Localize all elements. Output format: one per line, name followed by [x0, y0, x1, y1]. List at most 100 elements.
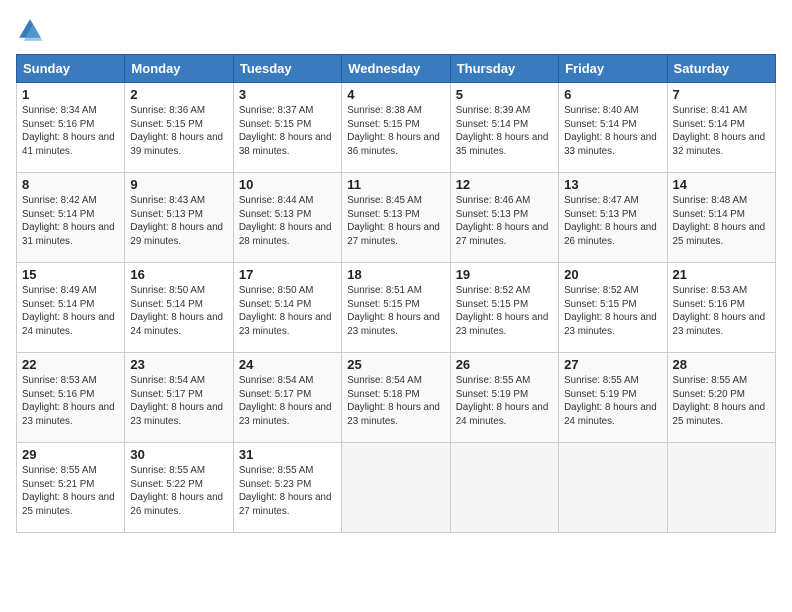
day-number: 28	[673, 357, 770, 372]
day-info: Sunrise: 8:53 AM Sunset: 5:16 PM Dayligh…	[22, 374, 119, 429]
day-info: Sunrise: 8:47 AM Sunset: 5:13 PM Dayligh…	[564, 194, 661, 249]
day-number: 9	[130, 177, 227, 192]
calendar-week-row: 1 Sunrise: 8:34 AM Sunset: 5:16 PM Dayli…	[17, 83, 776, 173]
day-number: 21	[673, 267, 770, 282]
day-number: 15	[22, 267, 119, 282]
calendar-table: SundayMondayTuesdayWednesdayThursdayFrid…	[16, 54, 776, 533]
calendar-cell: 17 Sunrise: 8:50 AM Sunset: 5:14 PM Dayl…	[233, 263, 341, 353]
calendar-cell: 2 Sunrise: 8:36 AM Sunset: 5:15 PM Dayli…	[125, 83, 233, 173]
calendar-cell: 16 Sunrise: 8:50 AM Sunset: 5:14 PM Dayl…	[125, 263, 233, 353]
calendar-cell: 25 Sunrise: 8:54 AM Sunset: 5:18 PM Dayl…	[342, 353, 450, 443]
day-info: Sunrise: 8:49 AM Sunset: 5:14 PM Dayligh…	[22, 284, 119, 339]
calendar-cell: 23 Sunrise: 8:54 AM Sunset: 5:17 PM Dayl…	[125, 353, 233, 443]
col-header-thursday: Thursday	[450, 55, 558, 83]
day-number: 18	[347, 267, 444, 282]
day-number: 5	[456, 87, 553, 102]
day-info: Sunrise: 8:55 AM Sunset: 5:21 PM Dayligh…	[22, 464, 119, 519]
calendar-cell: 4 Sunrise: 8:38 AM Sunset: 5:15 PM Dayli…	[342, 83, 450, 173]
col-header-friday: Friday	[559, 55, 667, 83]
day-number: 29	[22, 447, 119, 462]
col-header-sunday: Sunday	[17, 55, 125, 83]
day-info: Sunrise: 8:54 AM Sunset: 5:17 PM Dayligh…	[130, 374, 227, 429]
day-info: Sunrise: 8:54 AM Sunset: 5:18 PM Dayligh…	[347, 374, 444, 429]
calendar-week-row: 22 Sunrise: 8:53 AM Sunset: 5:16 PM Dayl…	[17, 353, 776, 443]
header	[16, 16, 776, 44]
calendar-cell	[667, 443, 775, 533]
calendar-cell: 26 Sunrise: 8:55 AM Sunset: 5:19 PM Dayl…	[450, 353, 558, 443]
day-info: Sunrise: 8:54 AM Sunset: 5:17 PM Dayligh…	[239, 374, 336, 429]
day-number: 23	[130, 357, 227, 372]
col-header-saturday: Saturday	[667, 55, 775, 83]
day-info: Sunrise: 8:53 AM Sunset: 5:16 PM Dayligh…	[673, 284, 770, 339]
day-number: 7	[673, 87, 770, 102]
calendar-cell: 1 Sunrise: 8:34 AM Sunset: 5:16 PM Dayli…	[17, 83, 125, 173]
calendar-cell: 13 Sunrise: 8:47 AM Sunset: 5:13 PM Dayl…	[559, 173, 667, 263]
calendar-cell: 12 Sunrise: 8:46 AM Sunset: 5:13 PM Dayl…	[450, 173, 558, 263]
col-header-monday: Monday	[125, 55, 233, 83]
calendar-cell: 11 Sunrise: 8:45 AM Sunset: 5:13 PM Dayl…	[342, 173, 450, 263]
day-number: 2	[130, 87, 227, 102]
day-number: 4	[347, 87, 444, 102]
day-info: Sunrise: 8:52 AM Sunset: 5:15 PM Dayligh…	[564, 284, 661, 339]
calendar-cell	[342, 443, 450, 533]
calendar-cell: 19 Sunrise: 8:52 AM Sunset: 5:15 PM Dayl…	[450, 263, 558, 353]
calendar-header-row: SundayMondayTuesdayWednesdayThursdayFrid…	[17, 55, 776, 83]
day-info: Sunrise: 8:55 AM Sunset: 5:19 PM Dayligh…	[456, 374, 553, 429]
calendar-cell: 31 Sunrise: 8:55 AM Sunset: 5:23 PM Dayl…	[233, 443, 341, 533]
day-number: 25	[347, 357, 444, 372]
calendar-cell	[559, 443, 667, 533]
calendar-cell: 7 Sunrise: 8:41 AM Sunset: 5:14 PM Dayli…	[667, 83, 775, 173]
calendar-cell: 22 Sunrise: 8:53 AM Sunset: 5:16 PM Dayl…	[17, 353, 125, 443]
day-number: 10	[239, 177, 336, 192]
day-number: 30	[130, 447, 227, 462]
day-number: 24	[239, 357, 336, 372]
day-number: 31	[239, 447, 336, 462]
day-info: Sunrise: 8:52 AM Sunset: 5:15 PM Dayligh…	[456, 284, 553, 339]
calendar-cell: 10 Sunrise: 8:44 AM Sunset: 5:13 PM Dayl…	[233, 173, 341, 263]
day-info: Sunrise: 8:55 AM Sunset: 5:20 PM Dayligh…	[673, 374, 770, 429]
calendar-cell: 30 Sunrise: 8:55 AM Sunset: 5:22 PM Dayl…	[125, 443, 233, 533]
calendar-week-row: 29 Sunrise: 8:55 AM Sunset: 5:21 PM Dayl…	[17, 443, 776, 533]
calendar-cell: 28 Sunrise: 8:55 AM Sunset: 5:20 PM Dayl…	[667, 353, 775, 443]
day-number: 19	[456, 267, 553, 282]
day-info: Sunrise: 8:40 AM Sunset: 5:14 PM Dayligh…	[564, 104, 661, 159]
calendar-cell: 8 Sunrise: 8:42 AM Sunset: 5:14 PM Dayli…	[17, 173, 125, 263]
day-info: Sunrise: 8:34 AM Sunset: 5:16 PM Dayligh…	[22, 104, 119, 159]
day-number: 27	[564, 357, 661, 372]
day-info: Sunrise: 8:55 AM Sunset: 5:23 PM Dayligh…	[239, 464, 336, 519]
day-info: Sunrise: 8:43 AM Sunset: 5:13 PM Dayligh…	[130, 194, 227, 249]
day-number: 1	[22, 87, 119, 102]
calendar-week-row: 15 Sunrise: 8:49 AM Sunset: 5:14 PM Dayl…	[17, 263, 776, 353]
logo-icon	[16, 16, 44, 44]
col-header-tuesday: Tuesday	[233, 55, 341, 83]
day-number: 3	[239, 87, 336, 102]
calendar-cell: 20 Sunrise: 8:52 AM Sunset: 5:15 PM Dayl…	[559, 263, 667, 353]
day-info: Sunrise: 8:55 AM Sunset: 5:19 PM Dayligh…	[564, 374, 661, 429]
day-number: 12	[456, 177, 553, 192]
day-info: Sunrise: 8:38 AM Sunset: 5:15 PM Dayligh…	[347, 104, 444, 159]
day-info: Sunrise: 8:36 AM Sunset: 5:15 PM Dayligh…	[130, 104, 227, 159]
day-info: Sunrise: 8:41 AM Sunset: 5:14 PM Dayligh…	[673, 104, 770, 159]
logo	[16, 16, 48, 44]
day-info: Sunrise: 8:46 AM Sunset: 5:13 PM Dayligh…	[456, 194, 553, 249]
day-info: Sunrise: 8:50 AM Sunset: 5:14 PM Dayligh…	[239, 284, 336, 339]
day-number: 14	[673, 177, 770, 192]
calendar-cell: 18 Sunrise: 8:51 AM Sunset: 5:15 PM Dayl…	[342, 263, 450, 353]
day-info: Sunrise: 8:37 AM Sunset: 5:15 PM Dayligh…	[239, 104, 336, 159]
day-info: Sunrise: 8:51 AM Sunset: 5:15 PM Dayligh…	[347, 284, 444, 339]
day-info: Sunrise: 8:39 AM Sunset: 5:14 PM Dayligh…	[456, 104, 553, 159]
day-number: 11	[347, 177, 444, 192]
day-number: 13	[564, 177, 661, 192]
calendar-cell: 29 Sunrise: 8:55 AM Sunset: 5:21 PM Dayl…	[17, 443, 125, 533]
day-number: 20	[564, 267, 661, 282]
day-info: Sunrise: 8:42 AM Sunset: 5:14 PM Dayligh…	[22, 194, 119, 249]
calendar-cell: 9 Sunrise: 8:43 AM Sunset: 5:13 PM Dayli…	[125, 173, 233, 263]
calendar-week-row: 8 Sunrise: 8:42 AM Sunset: 5:14 PM Dayli…	[17, 173, 776, 263]
day-info: Sunrise: 8:45 AM Sunset: 5:13 PM Dayligh…	[347, 194, 444, 249]
day-number: 6	[564, 87, 661, 102]
day-info: Sunrise: 8:48 AM Sunset: 5:14 PM Dayligh…	[673, 194, 770, 249]
calendar-cell: 27 Sunrise: 8:55 AM Sunset: 5:19 PM Dayl…	[559, 353, 667, 443]
day-number: 26	[456, 357, 553, 372]
calendar-cell: 21 Sunrise: 8:53 AM Sunset: 5:16 PM Dayl…	[667, 263, 775, 353]
calendar-cell: 6 Sunrise: 8:40 AM Sunset: 5:14 PM Dayli…	[559, 83, 667, 173]
